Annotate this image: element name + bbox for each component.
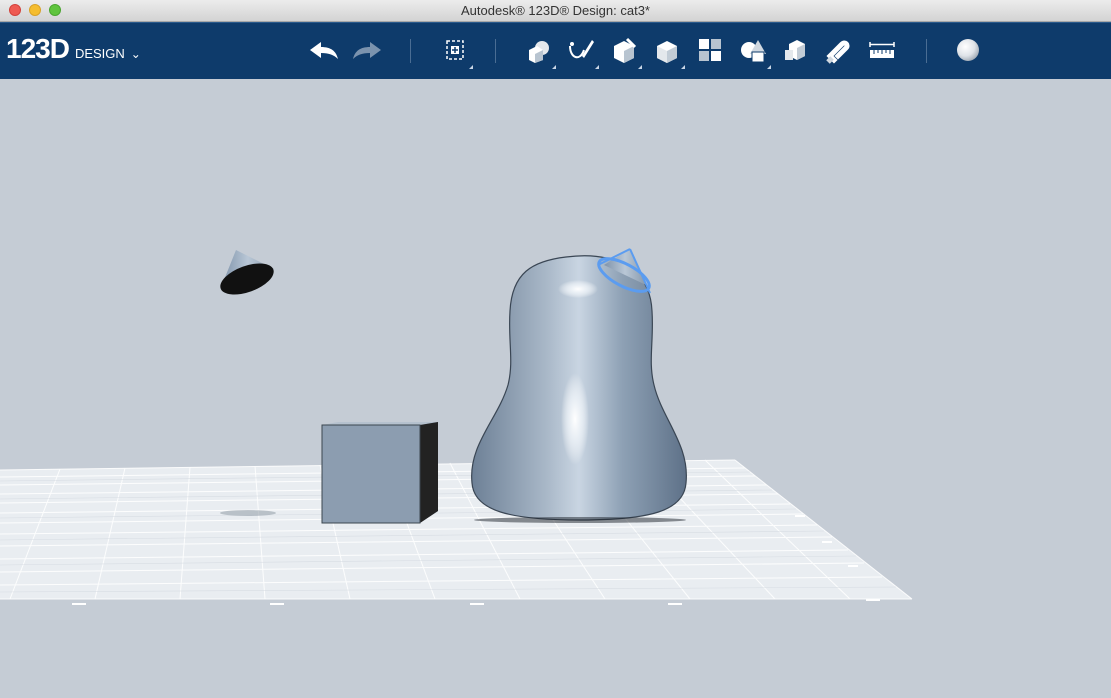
undo-arrow-icon	[310, 42, 338, 59]
ruler-icon	[869, 42, 895, 58]
logo-sub: DESIGN	[74, 46, 125, 61]
ground-grid	[0, 459, 913, 600]
cat-body-object[interactable]	[471, 255, 687, 523]
transform-button[interactable]	[438, 34, 473, 69]
toolbar-separator	[926, 39, 927, 63]
primitives-icon	[529, 41, 549, 63]
dropdown-indicator	[638, 65, 642, 69]
scene-canvas[interactable]	[0, 79, 1111, 694]
material-button[interactable]	[951, 34, 985, 66]
snap-button[interactable]	[822, 34, 856, 66]
undo-button[interactable]	[307, 34, 341, 66]
redo-arrow-icon	[353, 42, 381, 59]
window-titlebar: Autodesk® 123D® Design: cat3*	[0, 0, 1111, 22]
dropdown-indicator	[595, 65, 599, 69]
box-object[interactable]	[321, 422, 438, 524]
dropdown-indicator	[767, 65, 771, 69]
redo-button[interactable]	[350, 34, 384, 66]
window-title: Autodesk® 123D® Design: cat3*	[461, 3, 650, 18]
modify-icon	[657, 41, 677, 63]
toolbar-separator	[410, 39, 411, 63]
chevron-down-icon: ⌄	[130, 47, 141, 61]
floating-cone-object[interactable]	[216, 250, 278, 301]
logo-main: 123D	[6, 33, 70, 64]
modify-button[interactable]	[650, 34, 685, 69]
pattern-button[interactable]	[693, 34, 727, 66]
measure-button[interactable]	[865, 34, 899, 66]
combine-button[interactable]	[779, 34, 813, 66]
material-sphere-icon	[957, 39, 979, 61]
app-menu-button[interactable]: 123D DESIGN ⌄	[6, 33, 141, 65]
grouping-icon	[741, 40, 766, 63]
cone-shadow	[220, 510, 276, 516]
construct-icon	[614, 37, 637, 63]
3d-viewport[interactable]	[0, 79, 1111, 694]
pattern-icon	[699, 39, 721, 61]
dropdown-indicator	[552, 65, 556, 69]
grouping-button[interactable]	[736, 34, 771, 69]
snap-magnet-icon	[826, 40, 850, 64]
toolbar-separator	[495, 39, 496, 63]
construct-button[interactable]	[607, 34, 642, 69]
dropdown-indicator	[469, 65, 473, 69]
primitives-button[interactable]	[521, 34, 556, 69]
dropdown-indicator	[681, 65, 685, 69]
main-toolbar: 123D DESIGN ⌄	[0, 22, 1111, 79]
sketch-button[interactable]	[564, 34, 599, 69]
transform-icon	[446, 40, 464, 60]
combine-icon	[785, 40, 805, 60]
sketch-icon	[569, 40, 594, 59]
